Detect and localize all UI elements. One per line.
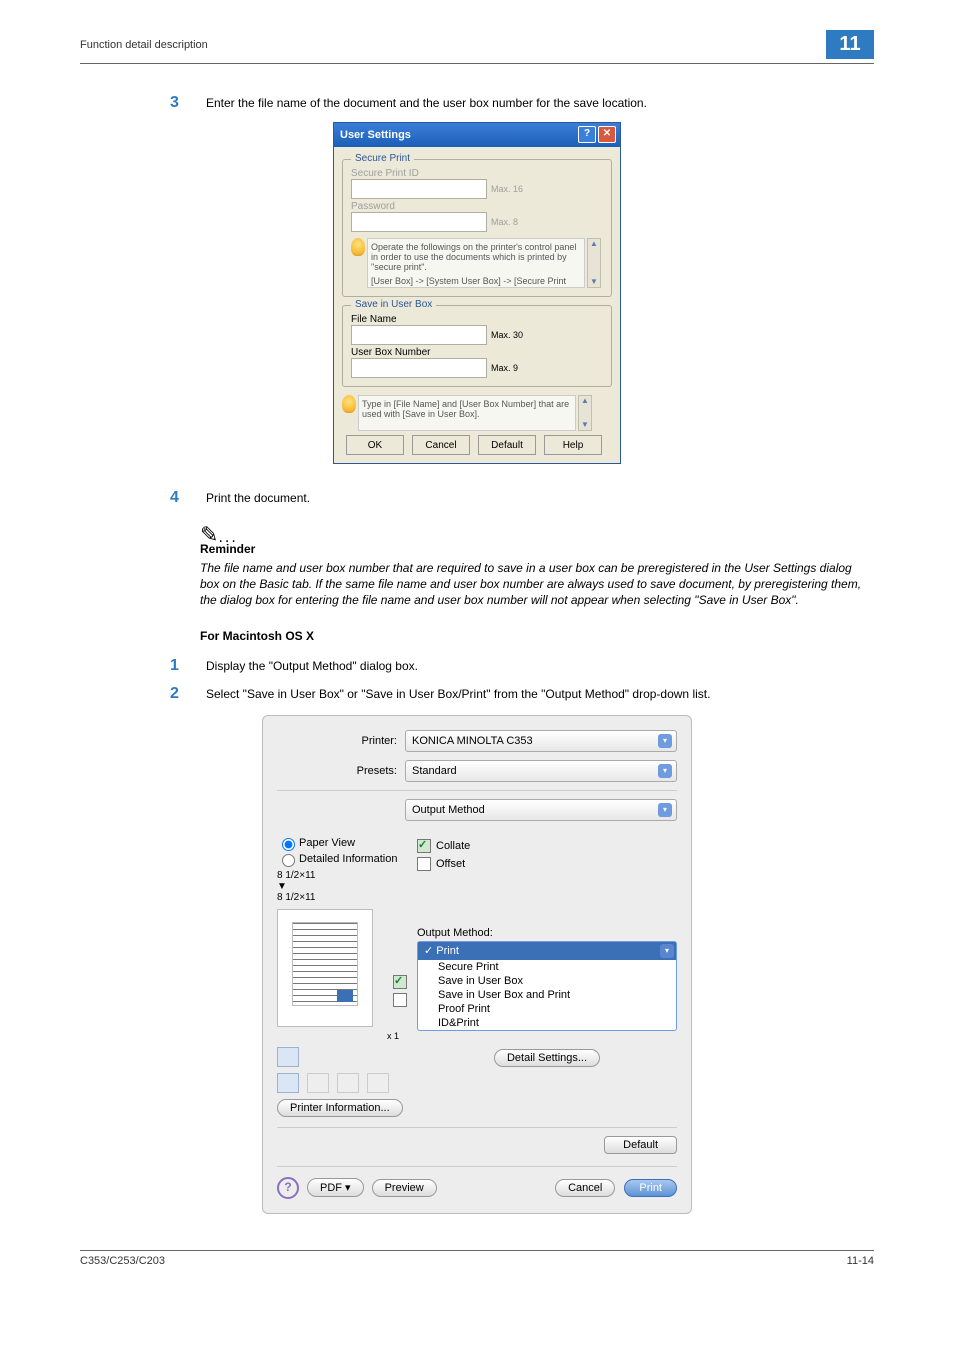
mac-cancel-button[interactable]: Cancel bbox=[555, 1179, 615, 1197]
close-icon[interactable]: ✕ bbox=[598, 126, 616, 143]
copies-x1: x 1 bbox=[277, 1031, 399, 1041]
output-method-label: Output Method: bbox=[417, 927, 677, 939]
option-checkbox[interactable] bbox=[393, 975, 407, 989]
dd-selected: Print bbox=[436, 945, 459, 957]
printer-select[interactable]: KONICA MINOLTA C353 ▾ bbox=[405, 730, 677, 752]
offset-checkbox[interactable] bbox=[417, 857, 431, 871]
box-number-label: User Box Number bbox=[351, 347, 603, 358]
default-button[interactable]: Default bbox=[478, 435, 536, 455]
paper-size-a: 8 1/2×11 bbox=[277, 870, 407, 881]
save-box-group: Save in User Box bbox=[351, 299, 436, 310]
box-number-input[interactable] bbox=[351, 358, 487, 378]
detailed-info-label: Detailed Information bbox=[299, 852, 397, 864]
scroll-up-icon[interactable]: ▲ bbox=[588, 239, 600, 249]
step3-text: Enter the file name of the document and … bbox=[206, 94, 647, 112]
presets-label: Presets: bbox=[277, 765, 405, 777]
scroll-up-icon[interactable]: ▲ bbox=[579, 396, 591, 406]
detailed-info-radio[interactable] bbox=[282, 854, 295, 867]
paper-view-radio[interactable] bbox=[282, 838, 295, 851]
footer-page: 11-14 bbox=[847, 1255, 874, 1267]
help-button[interactable]: Help bbox=[544, 435, 602, 455]
printer-label: Printer: bbox=[277, 735, 405, 747]
scrollbar[interactable]: ▲ ▼ bbox=[578, 395, 592, 431]
file-name-label: File Name bbox=[351, 314, 603, 325]
file-name-input[interactable] bbox=[351, 325, 487, 345]
mac-step2-number: 2 bbox=[170, 685, 206, 703]
scrollbar[interactable]: ▲ ▼ bbox=[587, 238, 601, 288]
presets-value: Standard bbox=[412, 765, 457, 777]
mac-step1-text: Display the "Output Method" dialog box. bbox=[206, 657, 418, 675]
secure-id-input[interactable] bbox=[351, 179, 487, 199]
dd-item-proof[interactable]: Proof Print bbox=[418, 1002, 676, 1016]
collate-label: Collate bbox=[436, 839, 470, 851]
mac-section-heading: For Macintosh OS X bbox=[200, 629, 874, 643]
mac-print-dialog: Printer: KONICA MINOLTA C353 ▾ Presets: S… bbox=[262, 715, 692, 1214]
password-hint: Max. 8 bbox=[491, 217, 518, 227]
secure-info-text: Operate the followings on the printer's … bbox=[367, 238, 585, 288]
dropdown-arrow-icon: ▾ bbox=[658, 734, 672, 748]
panel-select[interactable]: Output Method ▾ bbox=[405, 799, 677, 821]
option-icon bbox=[337, 1073, 359, 1093]
reminder-body: The file name and user box number that a… bbox=[200, 560, 874, 609]
scroll-down-icon[interactable]: ▼ bbox=[579, 420, 591, 430]
dd-item-save-print[interactable]: Save in User Box and Print bbox=[418, 988, 676, 1002]
output-method-dropdown[interactable]: ✓ Print ▾ Secure Print Save in User Box … bbox=[417, 941, 677, 1031]
footer-model: C353/C253/C203 bbox=[80, 1255, 165, 1267]
dd-item-secure[interactable]: Secure Print bbox=[418, 960, 676, 974]
secure-id-hint: Max. 16 bbox=[491, 184, 523, 194]
mac-default-button[interactable]: Default bbox=[604, 1136, 677, 1154]
scroll-down-icon[interactable]: ▼ bbox=[588, 277, 600, 287]
cancel-button[interactable]: Cancel bbox=[412, 435, 470, 455]
paper-size-b: 8 1/2×11 bbox=[277, 892, 407, 903]
option-checkbox[interactable] bbox=[393, 993, 407, 1007]
dialog-title: User Settings bbox=[340, 129, 411, 141]
dd-item-idprint[interactable]: ID&Print bbox=[418, 1016, 676, 1030]
secure-id-label: Secure Print ID bbox=[351, 168, 603, 179]
reminder-heading: Reminder bbox=[200, 542, 874, 556]
file-name-hint: Max. 30 bbox=[491, 330, 523, 340]
layout-icon bbox=[277, 1047, 299, 1067]
paper-view-label: Paper View bbox=[299, 836, 355, 848]
user-settings-dialog: User Settings ? ✕ Secure Print Secure Pr… bbox=[333, 122, 621, 464]
save-info-text: Type in [File Name] and [User Box Number… bbox=[358, 395, 576, 431]
header-title: Function detail description bbox=[80, 39, 208, 51]
option-icon bbox=[367, 1073, 389, 1093]
detail-settings-button[interactable]: Detail Settings... bbox=[494, 1049, 600, 1067]
collate-checkbox[interactable] bbox=[417, 839, 431, 853]
step4-text: Print the document. bbox=[206, 489, 310, 507]
lightbulb-icon bbox=[342, 395, 356, 413]
help-icon[interactable]: ? bbox=[578, 126, 596, 143]
lightbulb-icon bbox=[351, 238, 365, 256]
dropdown-arrow-icon: ▾ bbox=[660, 944, 674, 958]
page-preview bbox=[277, 909, 373, 1027]
option-icon bbox=[307, 1073, 329, 1093]
option-icon bbox=[277, 1073, 299, 1093]
dropdown-arrow-icon: ▾ bbox=[658, 803, 672, 817]
panel-value: Output Method bbox=[412, 804, 485, 816]
mac-print-button[interactable]: Print bbox=[624, 1179, 677, 1197]
box-number-hint: Max. 9 bbox=[491, 363, 518, 373]
ok-button[interactable]: OK bbox=[346, 435, 404, 455]
step4-number: 4 bbox=[170, 489, 206, 507]
chapter-number: 11 bbox=[826, 30, 874, 59]
printer-value: KONICA MINOLTA C353 bbox=[412, 735, 533, 747]
dd-item-save[interactable]: Save in User Box bbox=[418, 974, 676, 988]
secure-print-group: Secure Print bbox=[351, 153, 414, 164]
password-input[interactable] bbox=[351, 212, 487, 232]
help-icon[interactable]: ? bbox=[277, 1177, 299, 1199]
dropdown-arrow-icon: ▾ bbox=[658, 764, 672, 778]
mac-step2-text: Select "Save in User Box" or "Save in Us… bbox=[206, 685, 710, 703]
mac-step1-number: 1 bbox=[170, 657, 206, 675]
printer-info-button[interactable]: Printer Information... bbox=[277, 1099, 403, 1117]
presets-select[interactable]: Standard ▾ bbox=[405, 760, 677, 782]
offset-label: Offset bbox=[436, 857, 465, 869]
preview-button[interactable]: Preview bbox=[372, 1179, 437, 1197]
password-label: Password bbox=[351, 201, 603, 212]
step3-number: 3 bbox=[170, 94, 206, 112]
pdf-button[interactable]: PDF ▾ bbox=[307, 1178, 364, 1197]
